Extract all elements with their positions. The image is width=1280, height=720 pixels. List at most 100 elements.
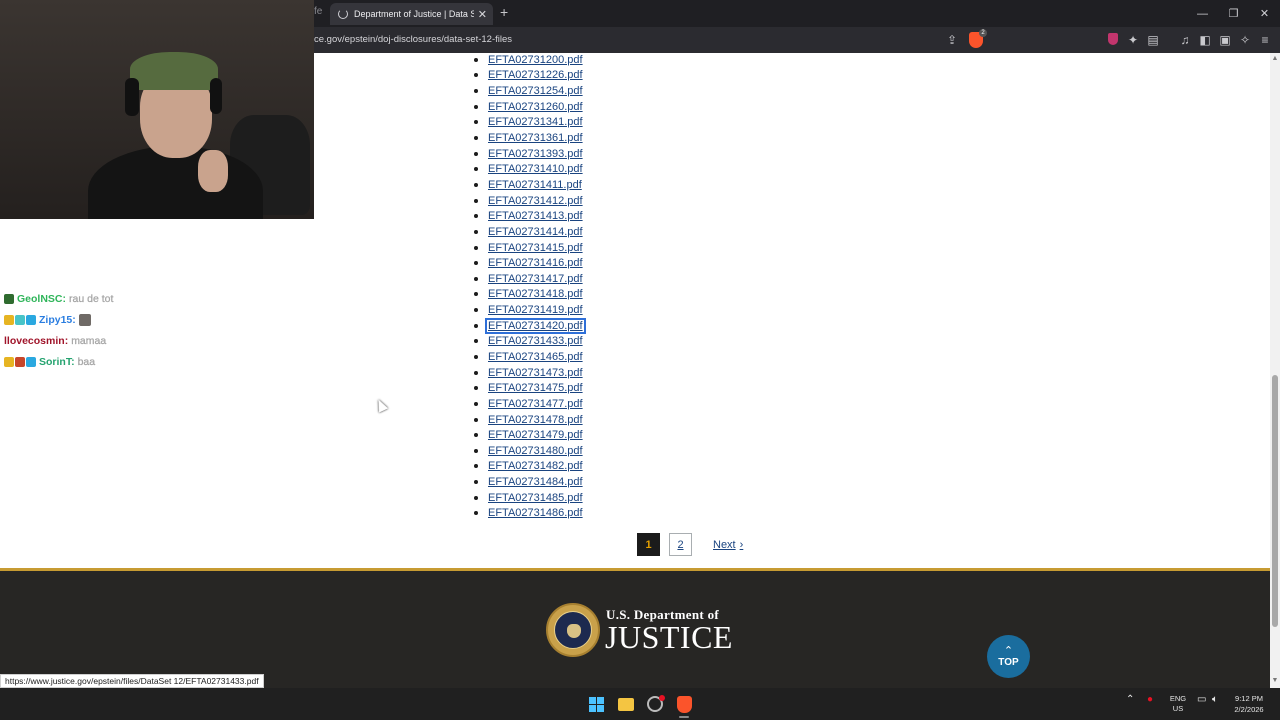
active-app-indicator bbox=[679, 716, 689, 718]
file-link[interactable]: EFTA02731486.pdf bbox=[487, 507, 584, 519]
pagination: 1 2 Next › bbox=[637, 533, 743, 556]
privacy-extension-icon[interactable] bbox=[1108, 33, 1118, 45]
back-to-top-button[interactable]: ⌃ TOP bbox=[987, 635, 1030, 678]
file-link[interactable]: EFTA02731411.pdf bbox=[487, 179, 583, 191]
address-bar[interactable]: ce.gov/epstein/doj-disclosures/data-set-… bbox=[314, 34, 512, 45]
extensions-icon[interactable]: ✦ bbox=[1125, 32, 1141, 48]
list-item: EFTA02731410.pdf bbox=[474, 161, 584, 177]
wallet-icon[interactable]: ▣ bbox=[1217, 32, 1233, 48]
bullet-icon bbox=[474, 167, 478, 172]
folder-icon bbox=[618, 697, 634, 711]
bullet-icon bbox=[474, 73, 478, 78]
file-link[interactable]: EFTA02731475.pdf bbox=[487, 382, 584, 394]
file-link[interactable]: EFTA02731465.pdf bbox=[487, 351, 584, 363]
list-item: EFTA02731465.pdf bbox=[474, 349, 584, 365]
file-link[interactable]: EFTA02731254.pdf bbox=[487, 85, 584, 97]
page-scrollbar[interactable]: ▲ ▼ bbox=[1270, 53, 1280, 688]
file-link[interactable]: EFTA02731417.pdf bbox=[487, 273, 584, 285]
file-explorer-button[interactable] bbox=[616, 694, 636, 714]
notification-dot bbox=[659, 695, 665, 701]
file-link[interactable]: EFTA02731416.pdf bbox=[487, 257, 584, 269]
chat-username: GeolNSC: bbox=[17, 292, 67, 305]
maple-badge-icon bbox=[15, 356, 25, 367]
language-indicator[interactable]: ENG US bbox=[1169, 694, 1187, 714]
brave-taskbar-button[interactable] bbox=[674, 694, 694, 714]
webcam-headset-left bbox=[125, 78, 139, 116]
bullet-icon bbox=[474, 104, 478, 109]
bullet-icon bbox=[474, 276, 478, 281]
list-item: EFTA02731226.pdf bbox=[474, 68, 584, 84]
close-tab-icon[interactable]: ✕ bbox=[478, 8, 487, 21]
list-item: EFTA02731200.pdf bbox=[474, 52, 584, 68]
file-link[interactable]: EFTA02731361.pdf bbox=[487, 132, 584, 144]
leo-ai-icon[interactable]: ✧ bbox=[1237, 32, 1253, 48]
list-item: EFTA02731478.pdf bbox=[474, 412, 584, 428]
bullet-icon bbox=[474, 401, 478, 406]
file-link[interactable]: EFTA02731433.pdf bbox=[487, 335, 584, 347]
file-link[interactable]: EFTA02731413.pdf bbox=[487, 210, 584, 222]
scrollbar-thumb[interactable] bbox=[1272, 375, 1278, 627]
network-icon[interactable]: ▭ bbox=[1197, 694, 1206, 705]
file-link[interactable]: EFTA02731482.pdf bbox=[487, 460, 584, 472]
minimize-button[interactable]: — bbox=[1187, 0, 1218, 27]
list-item: EFTA02731413.pdf bbox=[474, 208, 584, 224]
bullet-icon bbox=[474, 339, 478, 344]
region-code: US bbox=[1172, 704, 1184, 713]
page-1-current[interactable]: 1 bbox=[637, 533, 660, 556]
chevron-up-tray-icon[interactable]: ⌃ bbox=[1126, 694, 1134, 705]
new-tab-button[interactable]: + bbox=[500, 4, 508, 20]
volume-icon[interactable]: 🔈︎ bbox=[1212, 694, 1218, 705]
list-item: EFTA02731420.pdf bbox=[474, 317, 586, 334]
restore-button[interactable]: ❐ bbox=[1218, 0, 1249, 27]
close-window-button[interactable]: ✕ bbox=[1249, 0, 1280, 27]
list-item: EFTA02731419.pdf bbox=[474, 302, 584, 318]
scroll-up-arrow-icon[interactable]: ▲ bbox=[1270, 55, 1280, 62]
media-icon[interactable]: ♫ bbox=[1177, 32, 1193, 48]
previous-tab-fragment[interactable]: fe bbox=[314, 6, 322, 17]
file-link[interactable]: EFTA02731410.pdf bbox=[487, 163, 584, 175]
page-2-link[interactable]: 2 bbox=[669, 533, 692, 556]
file-link[interactable]: EFTA02731341.pdf bbox=[487, 116, 584, 128]
menu-icon[interactable]: ≡ bbox=[1257, 32, 1273, 48]
file-link[interactable]: EFTA02731200.pdf bbox=[487, 54, 584, 66]
sidebar-icon[interactable]: ◧ bbox=[1197, 32, 1213, 48]
emote-icon bbox=[78, 313, 91, 326]
doj-seal-icon[interactable] bbox=[546, 603, 600, 657]
file-link[interactable]: EFTA02731418.pdf bbox=[487, 288, 584, 300]
file-link[interactable]: EFTA02731480.pdf bbox=[487, 445, 584, 457]
active-tab[interactable]: Department of Justice | Data Set ✕ bbox=[330, 3, 493, 25]
file-link[interactable]: EFTA02731226.pdf bbox=[487, 69, 584, 81]
chat-username: SorinT: bbox=[39, 355, 75, 368]
reading-list-icon[interactable]: ▤ bbox=[1145, 32, 1161, 48]
file-link[interactable]: EFTA02731479.pdf bbox=[487, 429, 584, 441]
system-clock[interactable]: 9:12 PM 2/2/2026 bbox=[1228, 693, 1270, 715]
file-link[interactable]: EFTA02731260.pdf bbox=[487, 101, 584, 113]
start-button[interactable] bbox=[586, 694, 606, 714]
next-page-link[interactable]: Next › bbox=[713, 539, 743, 551]
file-link[interactable]: EFTA02731415.pdf bbox=[487, 242, 584, 254]
chat-text: rau de tot bbox=[69, 292, 114, 305]
file-link[interactable]: EFTA02731393.pdf bbox=[487, 148, 584, 160]
list-item: EFTA02731473.pdf bbox=[474, 365, 584, 381]
file-link[interactable]: EFTA02731484.pdf bbox=[487, 476, 584, 488]
bullet-icon bbox=[474, 433, 478, 438]
list-item: EFTA02731341.pdf bbox=[474, 115, 584, 131]
file-link[interactable]: EFTA02731412.pdf bbox=[487, 195, 584, 207]
file-link[interactable]: EFTA02731473.pdf bbox=[487, 367, 584, 379]
windows-logo-icon bbox=[588, 696, 604, 712]
file-link[interactable]: EFTA02731478.pdf bbox=[487, 414, 584, 426]
microphone-icon[interactable]: ● bbox=[1147, 694, 1153, 705]
share-icon[interactable]: ⇪ bbox=[944, 32, 960, 48]
file-link[interactable]: EFTA02731477.pdf bbox=[487, 398, 584, 410]
file-link[interactable]: EFTA02731485.pdf bbox=[487, 492, 584, 504]
cube-badge-icon bbox=[26, 314, 36, 325]
file-link[interactable]: EFTA02731419.pdf bbox=[487, 304, 584, 316]
brave-icon bbox=[676, 695, 692, 713]
bullet-icon bbox=[474, 370, 478, 375]
bullet-icon bbox=[474, 151, 478, 156]
chat-text: mamaa bbox=[71, 334, 107, 347]
file-link[interactable]: EFTA02731414.pdf bbox=[487, 226, 584, 238]
scroll-down-arrow-icon[interactable]: ▼ bbox=[1270, 677, 1280, 684]
footer-logo-line2[interactable]: JUSTICE bbox=[605, 619, 733, 656]
file-link[interactable]: EFTA02731420.pdf bbox=[485, 317, 586, 334]
